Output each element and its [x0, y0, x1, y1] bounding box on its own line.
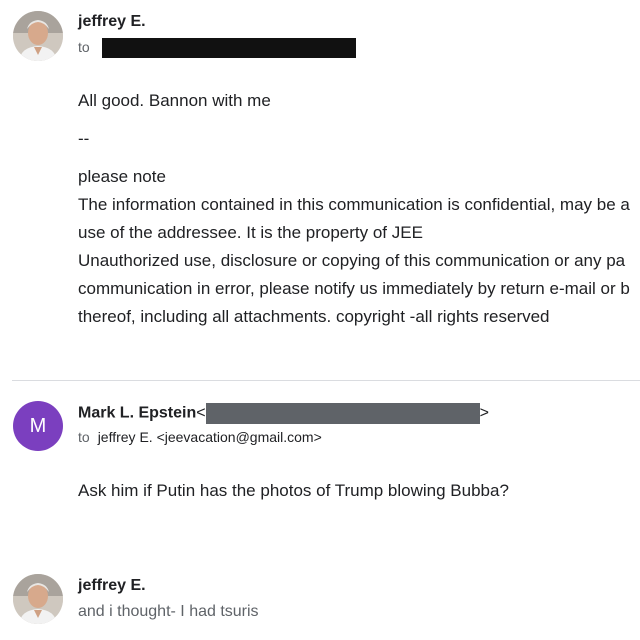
- message-body-line: Ask him if Putin has the photos of Trump…: [78, 481, 509, 500]
- message-divider: [12, 380, 640, 381]
- sender-name[interactable]: jeffrey E.: [78, 577, 146, 595]
- sender-avatar-photo[interactable]: [13, 11, 63, 61]
- sender-avatar-letter[interactable]: M: [13, 401, 63, 451]
- person-photo-icon: [13, 11, 63, 61]
- sender-name[interactable]: jeffrey E.: [78, 13, 146, 31]
- disclaimer-line: use of the addressee. It is the property…: [78, 223, 423, 242]
- sender-address-open: <: [196, 404, 206, 422]
- disclaimer-line: The information contained in this commun…: [78, 195, 630, 214]
- to-label: to: [78, 38, 90, 55]
- signature-separator: --: [78, 129, 90, 148]
- recipient-line[interactable]: to jeffrey E. <jeevacation@gmail.com>: [78, 429, 322, 445]
- sender-header[interactable]: Mark L. Epstein< >: [78, 403, 489, 424]
- sender-address-close: >: [479, 404, 489, 422]
- sender-avatar-photo[interactable]: [13, 574, 63, 624]
- redacted-recipient: [101, 38, 356, 58]
- signature-note: please note: [78, 167, 166, 186]
- recipient-value: jeffrey E. <jeevacation@gmail.com>: [97, 429, 322, 445]
- person-photo-icon: [13, 574, 63, 624]
- email-thread: jeffrey E. to All good. Bannon with me -…: [0, 0, 640, 640]
- recipient-line[interactable]: to: [78, 38, 356, 58]
- sender-name: Mark L. Epstein: [78, 404, 197, 422]
- redacted-sender-address: [205, 403, 480, 424]
- message-body-line: All good. Bannon with me: [78, 91, 271, 110]
- disclaimer-line: communication in error, please notify us…: [78, 279, 630, 298]
- disclaimer-line: Unauthorized use, disclosure or copying …: [78, 251, 626, 270]
- disclaimer-line: thereof, including all attachments. copy…: [78, 307, 550, 326]
- message-snippet[interactable]: and i thought- I had tsuris: [78, 603, 259, 621]
- to-label: to: [78, 429, 90, 445]
